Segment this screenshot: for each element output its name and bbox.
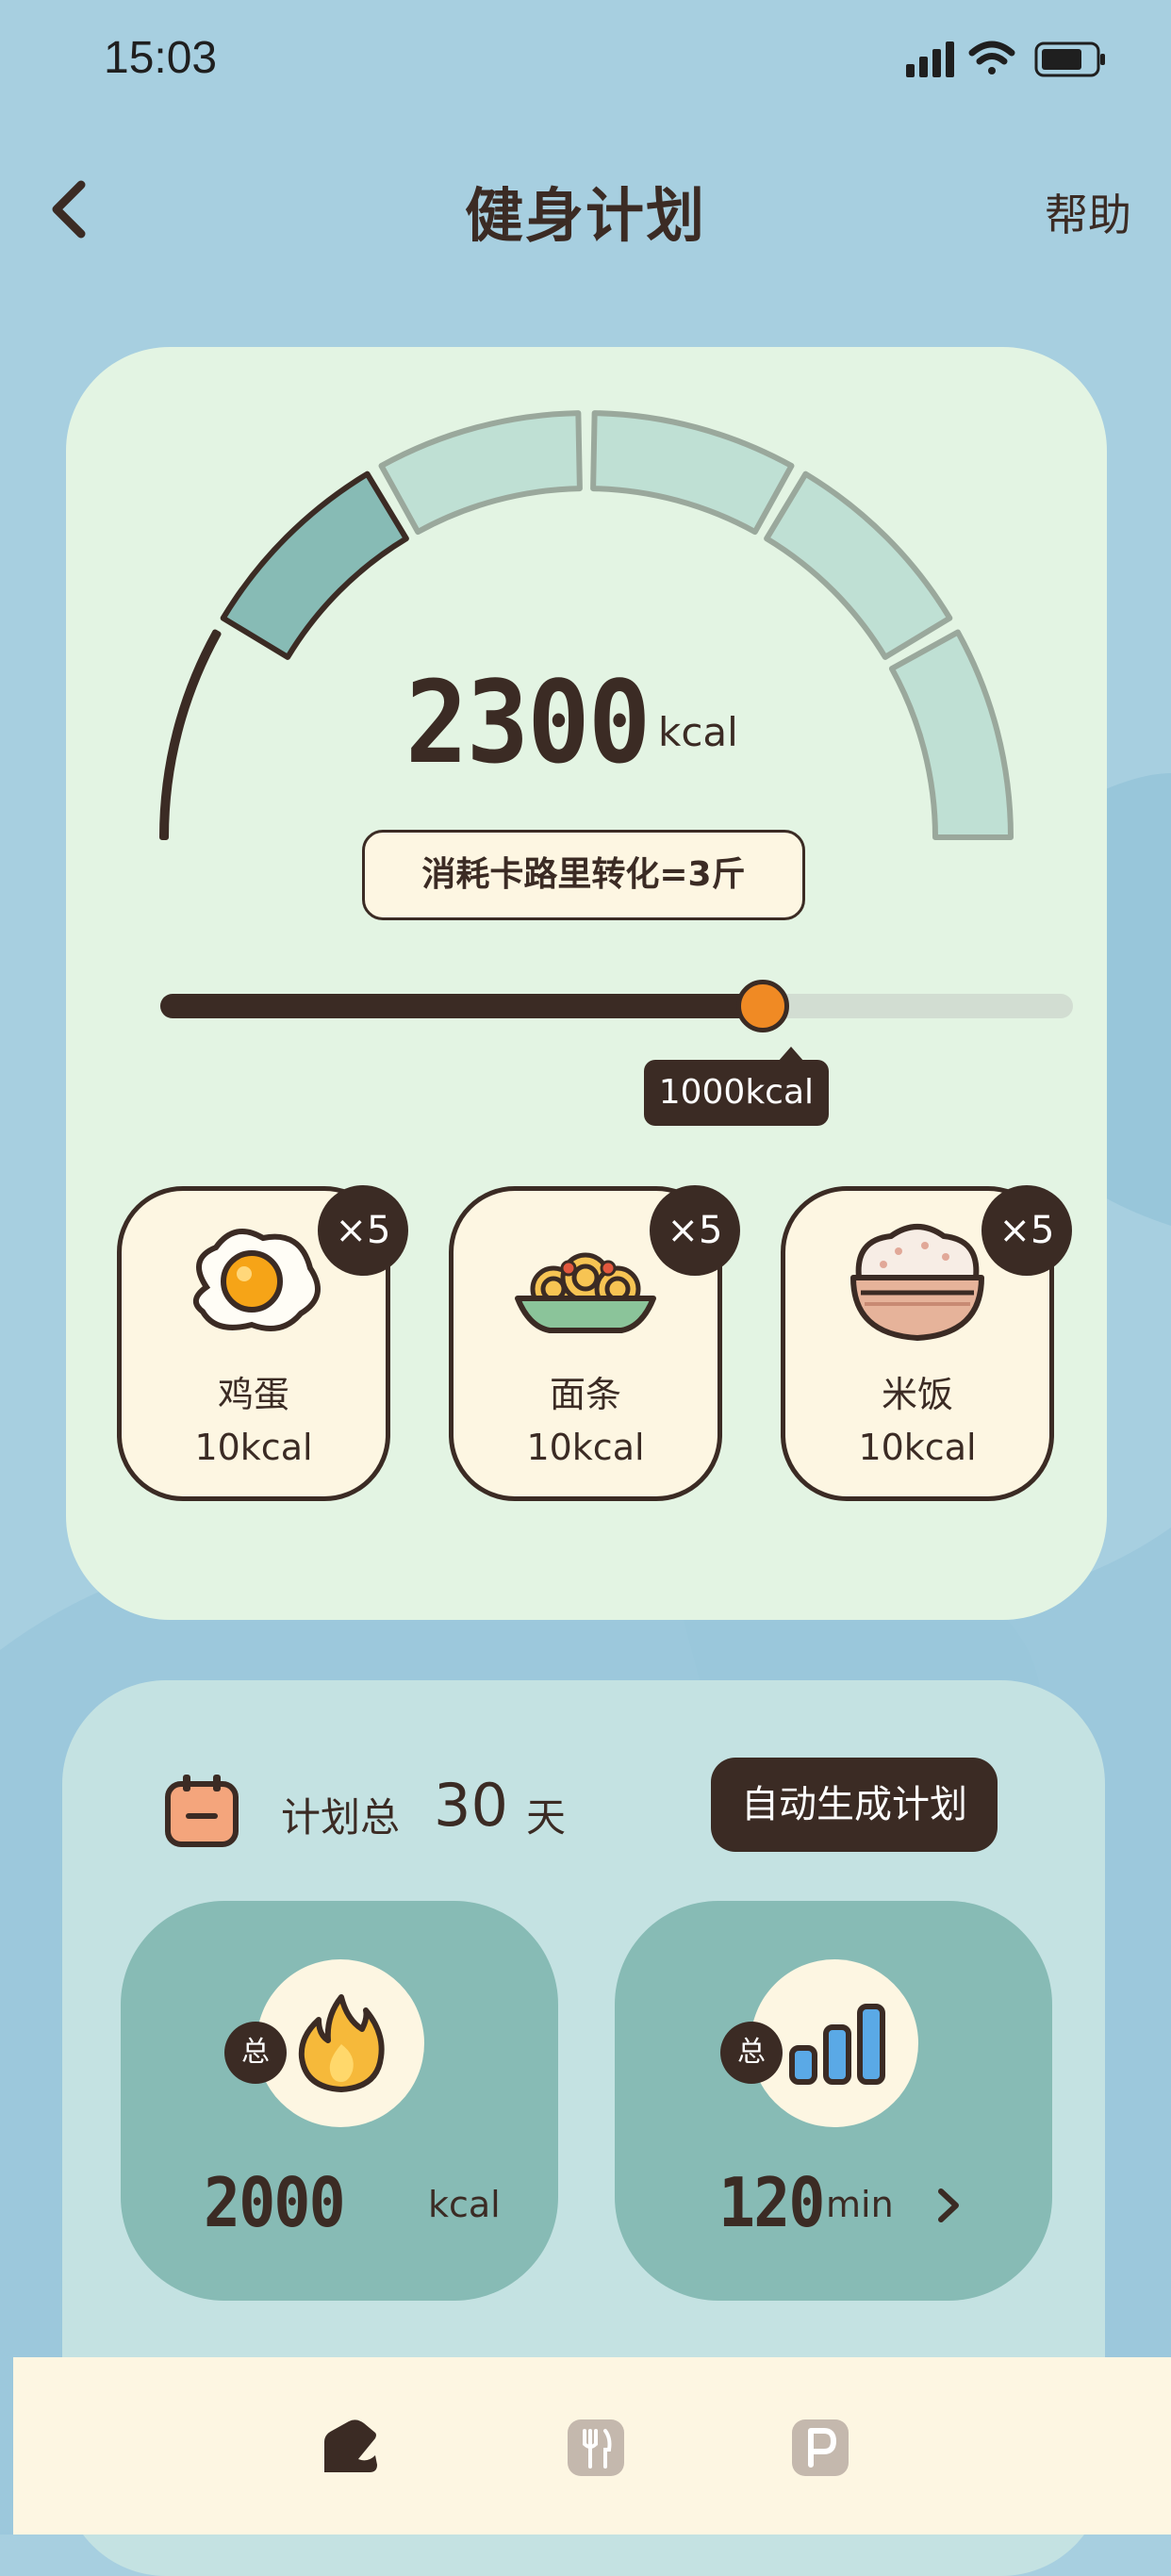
plan-total-label: 计划总 bbox=[281, 1794, 401, 1841]
food-name: 鸡蛋 bbox=[217, 1374, 289, 1415]
stat-value: 2000 bbox=[204, 2163, 346, 2242]
food-count-badge: ×5 bbox=[650, 1185, 740, 1276]
gauge-unit: kcal bbox=[658, 709, 738, 755]
stat-card-duration[interactable]: 总 120 min bbox=[615, 1901, 1052, 2301]
rice-icon bbox=[850, 1224, 984, 1341]
food-count-badge: ×5 bbox=[981, 1185, 1072, 1276]
plan-days-unit: 天 bbox=[526, 1794, 567, 1841]
gauge-segment-empty bbox=[888, 629, 1014, 840]
egg-icon bbox=[193, 1228, 321, 1331]
gauge-segment-empty bbox=[378, 410, 583, 536]
status-time: 15:03 bbox=[104, 33, 218, 83]
gauge-segment-filled bbox=[159, 629, 222, 840]
wifi-icon bbox=[968, 41, 1015, 74]
stat-total-badge: 总 bbox=[224, 2022, 287, 2084]
stat-value: 120 bbox=[718, 2163, 825, 2242]
food-kcal: 10kcal bbox=[858, 1427, 977, 1468]
battery-icon bbox=[1034, 41, 1105, 77]
conversion-badge: 消耗卡路里转化=3斤 bbox=[362, 830, 805, 920]
status-icons bbox=[906, 41, 1105, 77]
noodles-icon bbox=[515, 1252, 656, 1333]
food-name: 米饭 bbox=[881, 1374, 953, 1415]
stat-unit: kcal bbox=[428, 2184, 501, 2225]
bottom-tab-bar bbox=[13, 2357, 1171, 2535]
calorie-slider-fill bbox=[160, 994, 763, 1018]
food-kcal: 10kcal bbox=[194, 1427, 313, 1468]
bars-icon bbox=[789, 2004, 885, 2085]
gauge-value: 2300 bbox=[405, 658, 651, 789]
gauge-segment-filled bbox=[220, 471, 409, 660]
food-card-rice[interactable]: 米饭 10kcal ×5 bbox=[781, 1185, 1072, 1501]
home-icon[interactable] bbox=[321, 2418, 381, 2478]
gauge-segment-empty bbox=[590, 410, 795, 536]
food-kcal: 10kcal bbox=[526, 1427, 645, 1468]
calorie-card: 2300 kcal 消耗卡路里转化=3斤 1000kcal 鸡蛋 10kcal … bbox=[66, 347, 1107, 1620]
parking-icon[interactable] bbox=[790, 2418, 850, 2478]
meal-icon[interactable] bbox=[566, 2418, 626, 2478]
page-title: 健身计划 bbox=[464, 181, 706, 250]
stat-card-calories[interactable]: 总 2000 kcal bbox=[121, 1901, 558, 2301]
slider-tooltip: 1000kcal bbox=[643, 1047, 829, 1126]
chevron-right-icon[interactable] bbox=[930, 2182, 967, 2229]
signal-icon bbox=[906, 41, 954, 77]
food-count-badge: ×5 bbox=[318, 1185, 408, 1276]
calendar-icon bbox=[165, 1775, 239, 1847]
food-card-egg[interactable]: 鸡蛋 10kcal ×5 bbox=[117, 1185, 408, 1501]
food-card-noodles[interactable]: 面条 10kcal ×5 bbox=[449, 1185, 740, 1501]
stat-total-badge: 总 bbox=[720, 2022, 783, 2084]
stat-unit: min bbox=[826, 2184, 894, 2225]
food-name: 面条 bbox=[549, 1374, 621, 1415]
auto-generate-button[interactable]: 自动生成计划 bbox=[711, 1758, 998, 1852]
calorie-gauge bbox=[159, 410, 1014, 840]
plan-days-value: 30 bbox=[434, 1771, 508, 1840]
help-link[interactable]: 帮助 bbox=[1045, 181, 1131, 243]
gauge-segment-empty bbox=[764, 471, 953, 660]
calorie-slider-thumb[interactable] bbox=[735, 980, 789, 1032]
fire-icon bbox=[298, 1994, 385, 2092]
